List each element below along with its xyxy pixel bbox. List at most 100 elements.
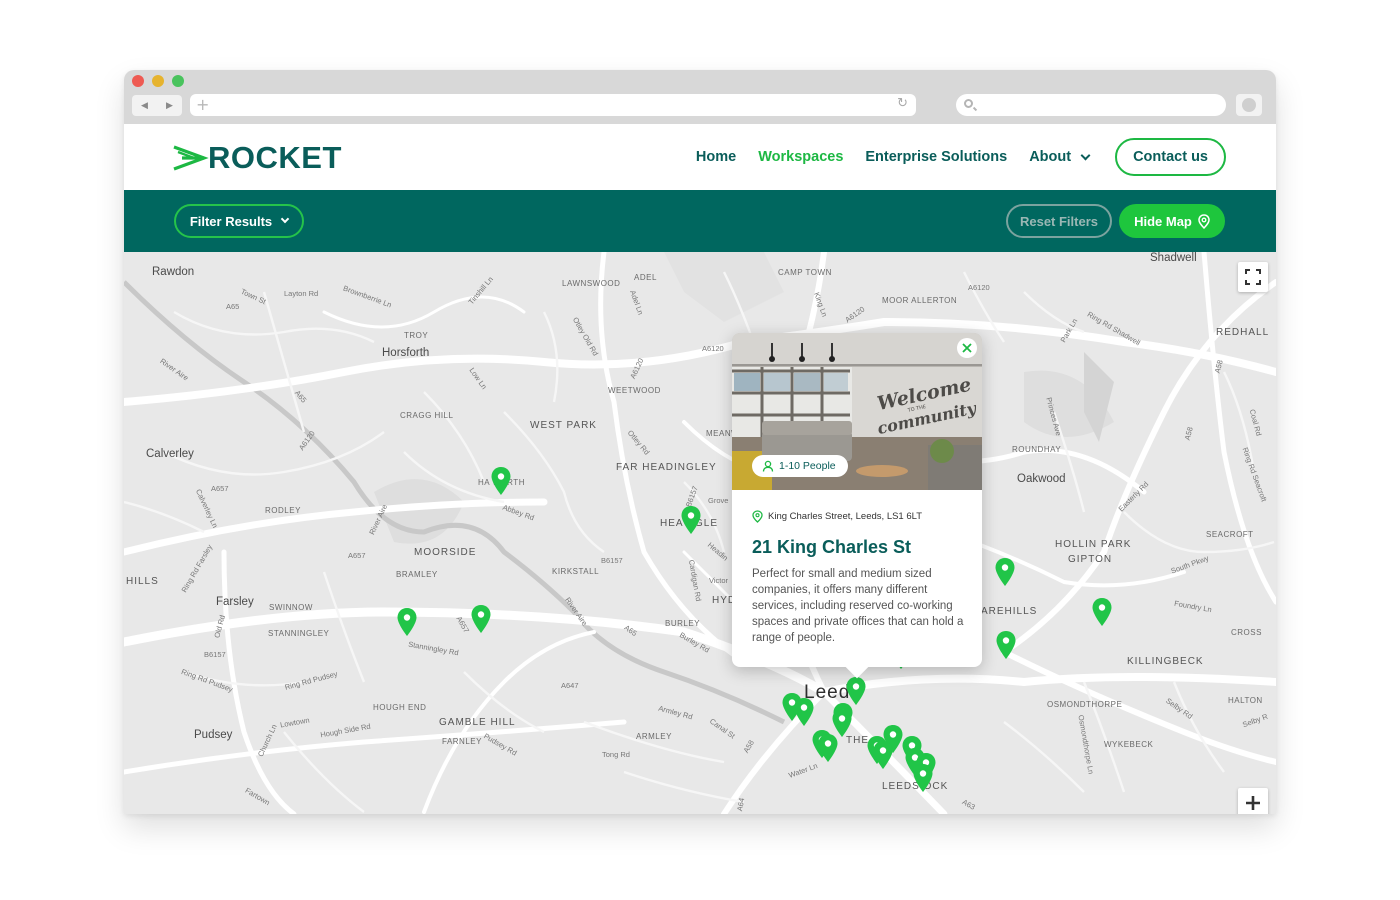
- maximize-window-dot[interactable]: [172, 75, 184, 87]
- address-text: King Charles Street, Leeds, LS1 6LT: [768, 511, 923, 522]
- map-label-moorside: MOORSIDE: [414, 547, 477, 558]
- filter-results-button[interactable]: Filter Results: [174, 204, 304, 238]
- extension-button[interactable]: [1236, 94, 1262, 116]
- road-label-tong-rd: Tong Rd: [602, 750, 630, 759]
- map-label-moor-allerton: MOOR ALLERTON: [882, 296, 958, 305]
- map-label-kirkstall: KIRKSTALL: [552, 567, 600, 576]
- map-label-harehills: AREHILLS: [981, 606, 1038, 617]
- map-label-horsforth: Horsforth: [382, 347, 430, 359]
- map-label-gamble-hill: GAMBLE HILL: [439, 717, 516, 728]
- capacity-badge: 1-10 People: [752, 455, 848, 477]
- location-pin-icon[interactable]: [396, 607, 418, 637]
- location-pin-icon[interactable]: [793, 697, 815, 727]
- map-label-weetwood: WEETWOOD: [608, 386, 661, 395]
- road-label-b6157: B6157: [204, 650, 226, 659]
- map-label-pudsey: Pudsey: [194, 729, 233, 741]
- location-pin-icon[interactable]: [994, 557, 1016, 587]
- site-header: ROCKET Home Workspaces Enterprise Soluti…: [124, 124, 1276, 190]
- chevron-down-icon: [1080, 150, 1091, 160]
- workspace-popup[interactable]: Welcome TO THE community 1-10 People Kin…: [732, 333, 982, 667]
- map-label-bramley: BRAMLEY: [396, 570, 438, 579]
- reset-filters-button[interactable]: Reset Filters: [1006, 204, 1112, 238]
- map-label-seacroft: SEACROFT: [1206, 530, 1254, 539]
- rocket-logo[interactable]: ROCKET: [172, 140, 342, 176]
- hide-map-button[interactable]: Hide Map: [1119, 204, 1225, 238]
- map-label-camp-town: CAMP TOWN: [778, 268, 832, 277]
- map-label-burley: BURLEY: [665, 619, 701, 628]
- road-label-layton-rd: Layton Rd: [284, 289, 319, 298]
- map-pin-icon: [752, 510, 763, 523]
- location-pin-icon[interactable]: [1091, 597, 1113, 627]
- fullscreen-button[interactable]: [1238, 262, 1268, 292]
- map-label-armley: ARMLEY: [636, 732, 672, 741]
- road-label-a657: A657: [211, 484, 229, 493]
- main-nav: Home Workspaces Enterprise Solutions Abo…: [674, 138, 1226, 176]
- capacity-label: 1-10 People: [779, 460, 836, 472]
- road-label-victoria: Victor: [709, 576, 729, 585]
- map-label-cross: CROSS: [1231, 628, 1262, 637]
- workspace-title[interactable]: 21 King Charles St: [752, 537, 911, 558]
- close-popup-button[interactable]: [957, 338, 977, 358]
- person-icon: [762, 460, 774, 472]
- nav-workspaces[interactable]: Workspaces: [758, 149, 843, 165]
- address-bar[interactable]: + ↻: [190, 94, 916, 116]
- chevron-down-icon: [280, 214, 290, 224]
- nav-home[interactable]: Home: [696, 149, 736, 165]
- map-pin-icon: [1198, 213, 1210, 229]
- map-label-swinnow: SWINNOW: [269, 603, 313, 612]
- map-label-calverley: Calverley: [146, 448, 194, 460]
- new-tab-icon[interactable]: +: [196, 95, 209, 114]
- map-label-shadwell: Shadwell: [1150, 252, 1197, 264]
- map-label-rodley: RODLEY: [265, 506, 301, 515]
- location-pin-icon[interactable]: [912, 763, 934, 793]
- map-label-hills: HILLS: [126, 576, 159, 587]
- browser-search-input[interactable]: [956, 94, 1226, 116]
- map-label-hough-end: HOUGH END: [373, 703, 427, 712]
- map-label-lawnswood: LAWNSWOOD: [562, 279, 621, 288]
- map-label-stanningley: STANNINGLEY: [268, 629, 330, 638]
- map-label-rawdon: Rawdon: [152, 266, 195, 278]
- workspace-description: Perfect for small and medium sized compa…: [752, 568, 964, 644]
- map-label-adel: ADEL: [634, 273, 657, 282]
- nav-enterprise-solutions[interactable]: Enterprise Solutions: [865, 149, 1007, 165]
- contact-us-button[interactable]: Contact us: [1115, 138, 1226, 176]
- map-label-oakwood: Oakwood: [1017, 473, 1066, 485]
- logo-text: ROCKET: [208, 140, 342, 175]
- filter-bar: Filter Results Reset Filters Hide Map: [124, 190, 1276, 252]
- workspace-address: King Charles Street, Leeds, LS1 6LT: [752, 510, 922, 523]
- browser-chrome: ◀ ▶ + ↻: [124, 70, 1276, 124]
- map-label-west-park: WEST PARK: [530, 420, 597, 431]
- road-label-a65: A65: [226, 302, 240, 311]
- browser-window: ◀ ▶ + ↻ ROCKET Home Workspaces Enterpris…: [124, 70, 1276, 814]
- road-label-a6120: A6120: [702, 344, 724, 353]
- plus-icon: [1246, 796, 1260, 810]
- location-pin-icon[interactable]: [995, 630, 1017, 660]
- road-label-a6120: A6120: [968, 283, 990, 292]
- map-label-far-headingley: FAR HEADINGLEY: [616, 462, 717, 473]
- road-label-a657: A657: [348, 551, 366, 560]
- map-view[interactable]: Rawdon Shadwell CAMP TOWN LAWNSWOOD ADEL…: [124, 252, 1276, 814]
- close-window-dot[interactable]: [132, 75, 144, 87]
- back-arrow-icon[interactable]: ◀: [141, 101, 148, 111]
- location-pin-icon[interactable]: [680, 505, 702, 535]
- minimize-window-dot[interactable]: [152, 75, 164, 87]
- map-label-cragg-hill: CRAGG HILL: [400, 411, 454, 420]
- map-label-farnley: FARNLEY: [442, 737, 482, 746]
- close-icon: [962, 343, 972, 353]
- nav-about-label: About: [1029, 149, 1072, 165]
- search-icon: [964, 99, 973, 108]
- forward-arrow-icon[interactable]: ▶: [166, 101, 173, 111]
- location-pin-icon[interactable]: [490, 466, 512, 496]
- map-label-killingbeck: KILLINGBECK: [1127, 656, 1204, 667]
- map-label-troy: TROY: [404, 331, 429, 340]
- map-label-gipton: GIPTON: [1068, 554, 1113, 565]
- rocket-arrow-icon: [173, 145, 209, 171]
- location-pin-icon[interactable]: [470, 604, 492, 634]
- location-pin-icon[interactable]: [872, 740, 894, 770]
- nav-about[interactable]: About: [1029, 149, 1091, 165]
- map-label-wykebeck: WYKEBECK: [1104, 740, 1154, 749]
- zoom-in-button[interactable]: [1238, 788, 1268, 814]
- map-label-halton: HALTON: [1228, 696, 1263, 705]
- reload-icon[interactable]: ↻: [897, 96, 908, 111]
- location-pin-icon[interactable]: [817, 733, 839, 763]
